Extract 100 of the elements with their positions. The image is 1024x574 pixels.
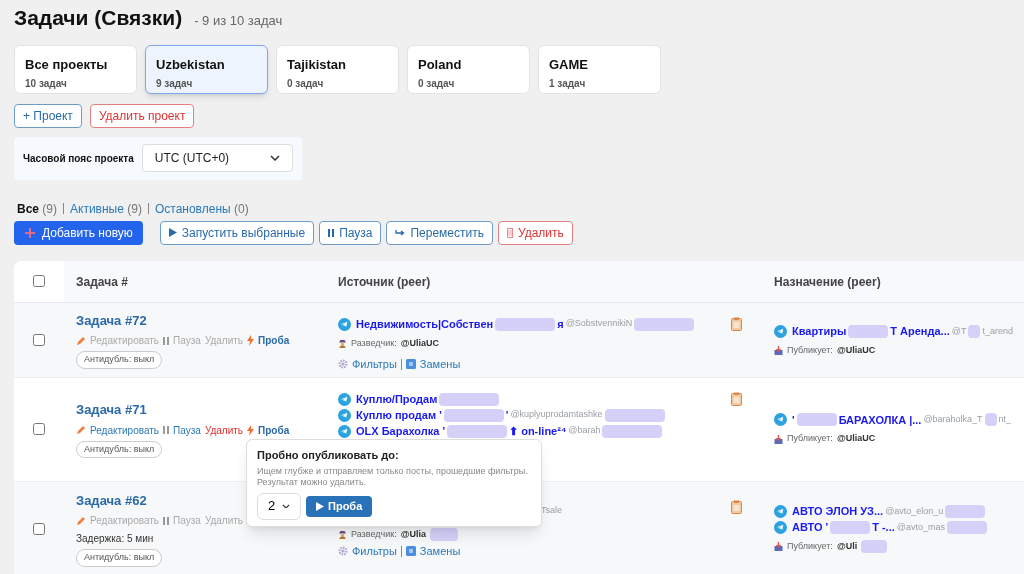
inbox-icon [774, 434, 783, 444]
replacements-link[interactable]: Замены [419, 543, 461, 560]
pause-button[interactable]: Пауза [319, 220, 382, 245]
filter-link[interactable]: Активные (9) [70, 199, 142, 218]
popover-text: Ищем глубже и отправляем только посты, прошедшие фильтры. Результат можно удалить. [257, 465, 529, 488]
replace-icon [405, 359, 416, 370]
project-card[interactable]: Uzbekistan 9 задач [145, 44, 268, 94]
clipboard-icon[interactable] [731, 316, 742, 331]
telegram-icon [774, 504, 787, 518]
channel-name[interactable]: Куплю продам ' [356, 406, 442, 424]
channel-name[interactable]: Т Аренда... [890, 323, 950, 340]
trash-icon [507, 227, 513, 238]
gear-icon [338, 359, 348, 370]
inbox-icon [774, 542, 783, 551]
probe-link[interactable]: Проба [258, 333, 290, 348]
redaction-blur [443, 408, 504, 422]
redaction-blur [984, 413, 997, 427]
probe-button[interactable]: Проба [306, 495, 373, 517]
telegram-icon [338, 408, 351, 422]
probe-link[interactable]: Проба [258, 422, 290, 438]
replacements-link[interactable]: Замены [419, 356, 461, 373]
column-header: Назначение (peer) [774, 275, 881, 289]
replace-icon [405, 546, 416, 557]
redo-arrow-icon [395, 228, 406, 237]
clipboard-icon[interactable] [731, 391, 742, 406]
publisher-label: Публикует: [787, 343, 833, 357]
project-card[interactable]: GAME 1 задач [538, 44, 661, 94]
lightning-icon [247, 335, 255, 346]
filters-link[interactable]: Фильтры [352, 543, 397, 560]
timezone-label: Часовой пояс проекта [23, 151, 134, 166]
lightning-icon [247, 424, 255, 436]
task-title[interactable]: Задача #72 [76, 310, 325, 330]
publisher-user: @UliaUC [836, 432, 876, 446]
pencil-icon [76, 515, 86, 526]
redaction-blur [946, 520, 987, 534]
play-button[interactable]: Запустить выбранные [159, 220, 315, 245]
row-checkbox[interactable] [33, 333, 45, 346]
channel-name[interactable]: АВТО ЭЛОН УЗ... [792, 503, 884, 520]
channel-name[interactable]: Куплю/Продам [356, 390, 438, 408]
channel-name[interactable]: Недвижимость|Собствен [356, 315, 494, 333]
antidup-tag: Антидубль: выкл [76, 549, 163, 567]
channel-name[interactable]: ' [792, 411, 795, 428]
scout-label: Разведчик: [351, 336, 397, 350]
channel-name[interactable]: БАРАХОЛКА |... [838, 411, 922, 428]
add-task-button[interactable]: Добавить новую [14, 220, 143, 245]
channel-handle: @baraholka_T [923, 413, 983, 426]
channel-name[interactable]: Квартиры [792, 323, 847, 340]
project-card[interactable]: Poland 0 задач [407, 44, 530, 94]
project-card[interactable]: Tajikistan 0 задач [276, 44, 399, 94]
delay-text: Задержка: 5 мин [76, 532, 155, 546]
pencil-icon [76, 425, 86, 435]
task-title[interactable]: Задача #71 [76, 400, 325, 420]
inbox-icon [774, 346, 783, 355]
telegram-icon [774, 413, 787, 427]
channel-name[interactable]: Т -... [872, 519, 895, 536]
pause-link[interactable]: Пауза [173, 422, 201, 438]
telegram-icon [338, 392, 351, 406]
plus-icon [24, 226, 36, 239]
delete-project-button[interactable]: Удалить проект [89, 103, 195, 128]
pause-icon [163, 516, 170, 525]
antidup-tag: Антидубль: выкл [76, 351, 163, 369]
publisher-label: Публикует: [787, 432, 833, 446]
play-icon [316, 501, 324, 511]
redaction-blur [429, 527, 458, 541]
filters-link[interactable]: Фильтры [352, 356, 397, 373]
channel-handle: @avto_mas [896, 520, 945, 534]
row-checkbox[interactable] [33, 423, 45, 435]
redaction-blur [602, 424, 663, 438]
channel-name[interactable]: ⬆ on-line²⁴ [509, 422, 567, 440]
gear-icon [338, 546, 348, 557]
telegram-icon [338, 317, 351, 331]
timezone-select[interactable]: UTC (UTC+0) [141, 144, 293, 172]
play-icon [168, 228, 177, 237]
clipboard-icon[interactable] [731, 499, 742, 514]
channel-handle: @kuplyuprodamtashke [510, 408, 603, 422]
count-select[interactable]: 2 [257, 492, 301, 520]
delete-link[interactable]: Удалить [204, 422, 244, 438]
channel-name[interactable]: АВТО ' [792, 519, 829, 536]
add-project-button[interactable]: + Проект [14, 103, 82, 128]
row-checkbox[interactable] [33, 522, 45, 535]
pencil-icon [76, 335, 86, 346]
chevron-down-icon [282, 503, 290, 509]
select-all-checkbox[interactable] [33, 275, 45, 287]
delete-button[interactable]: Удалить [498, 220, 573, 245]
channel-handle: @avto_elon_u [885, 504, 944, 518]
redaction-blur [447, 424, 508, 438]
move-button[interactable]: Переместить [386, 220, 493, 245]
edit-link[interactable]: Редактировать [90, 422, 160, 438]
filter-link[interactable]: Остановлены (0) [154, 199, 249, 218]
column-header: Источник (peer) [338, 275, 431, 289]
project-card[interactable]: Все проекты 10 задач [14, 44, 137, 94]
scout-label: Разведчик: [351, 527, 397, 541]
redaction-blur [968, 324, 981, 338]
channel-name[interactable]: OLX Барахолка ' [356, 422, 446, 440]
redaction-blur [439, 392, 500, 406]
channel-name[interactable]: ' [505, 406, 509, 424]
channel-handle: @T [951, 324, 967, 338]
filter-link[interactable]: Все (9) [17, 199, 58, 218]
channel-handle: nt_ [998, 413, 1012, 426]
channel-name[interactable]: я [557, 315, 564, 333]
